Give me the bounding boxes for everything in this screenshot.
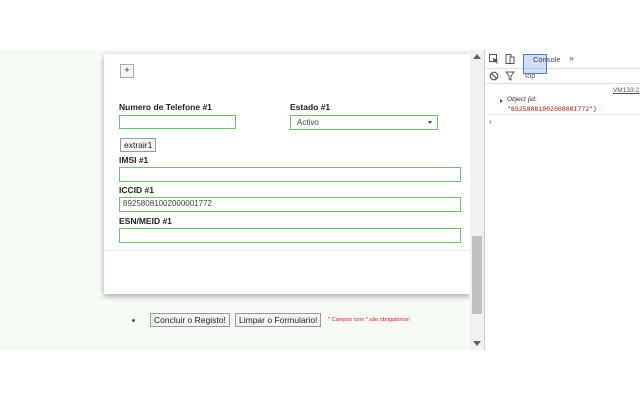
state-label: Estado #1 bbox=[290, 102, 331, 112]
filter-icon[interactable] bbox=[505, 71, 515, 81]
list-bullet bbox=[132, 319, 135, 322]
imsi-input[interactable] bbox=[119, 167, 461, 182]
esn-label: ESN/MEID #1 bbox=[119, 216, 172, 226]
modal-divider bbox=[104, 250, 470, 251]
source-link[interactable]: VM133:2 bbox=[613, 87, 639, 94]
esn-input[interactable] bbox=[119, 228, 461, 243]
submit-button[interactable]: Concluir o Registo! bbox=[150, 313, 230, 327]
scroll-down-icon[interactable] bbox=[473, 341, 481, 346]
more-tabs-icon[interactable]: » bbox=[569, 53, 574, 63]
state-select-value: Activo bbox=[297, 118, 319, 127]
registration-modal: + Numero de Telefone #1 Estado #1 Activo… bbox=[104, 54, 470, 294]
log-id-value: "89258081002000001772"} bbox=[507, 105, 598, 113]
page-scrollbar[interactable] bbox=[470, 50, 484, 350]
inspect-element-icon[interactable] bbox=[489, 54, 499, 64]
log-object[interactable]: Object {id: bbox=[507, 96, 537, 103]
page-viewport: + Numero de Telefone #1 Estado #1 Activo… bbox=[0, 50, 484, 350]
scroll-up-icon[interactable] bbox=[473, 54, 481, 59]
console-toolbar bbox=[485, 69, 640, 84]
add-number-button[interactable]: + bbox=[120, 64, 134, 78]
state-select[interactable]: Activo bbox=[290, 115, 438, 130]
imsi-label: IMSI #1 bbox=[119, 155, 149, 165]
chevron-down-icon bbox=[428, 121, 432, 124]
console-prompt[interactable]: › bbox=[489, 117, 492, 126]
devtools-panel: Console » top VM133:2 Object {id: "89258… bbox=[484, 50, 640, 350]
iccid-label: ICCID #1 bbox=[119, 185, 154, 195]
extract-button[interactable]: extrair1 bbox=[120, 138, 157, 152]
required-fields-note: * Campos com * são obrigatórios! bbox=[328, 317, 410, 323]
iccid-input[interactable]: 89258081002000001772 bbox=[119, 197, 461, 212]
scrollbar-thumb[interactable] bbox=[472, 236, 482, 314]
devtools-tabbar: Console » bbox=[485, 50, 640, 74]
phone-input[interactable] bbox=[119, 115, 236, 129]
clear-console-icon[interactable] bbox=[489, 71, 499, 81]
context-selector[interactable]: top bbox=[525, 71, 535, 80]
reset-button[interactable]: Limpar o Formulario! bbox=[235, 313, 322, 327]
expand-triangle-icon[interactable] bbox=[500, 99, 503, 103]
tab-console[interactable]: Console bbox=[533, 55, 561, 64]
device-toolbar-icon[interactable] bbox=[505, 54, 515, 64]
phone-label: Numero de Telefone #1 bbox=[119, 102, 212, 112]
log-separator bbox=[485, 114, 640, 115]
